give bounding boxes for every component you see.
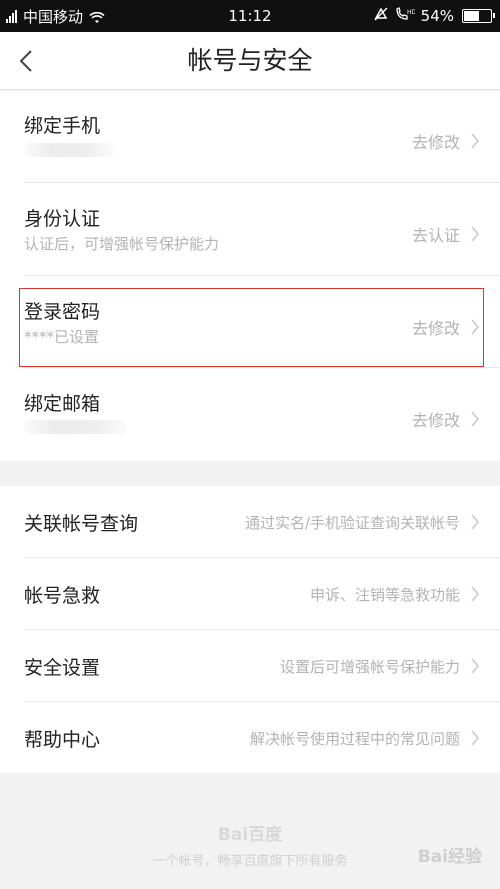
chevron-right-icon	[471, 226, 479, 242]
row-bind-email[interactable]: 绑定邮箱 去修改	[0, 368, 500, 461]
row-title: 绑定手机	[24, 115, 101, 137]
row-security-settings[interactable]: 安全设置 设置后可增强帐号保护能力	[0, 630, 500, 702]
row-help-center[interactable]: 帮助中心 解决帐号使用过程中的常见问题	[0, 702, 500, 773]
row-description: 解决帐号使用过程中的常见问题	[249, 730, 460, 748]
hd-call-icon: HD	[395, 7, 416, 25]
row-title: 关联帐号查询	[24, 513, 139, 535]
status-right: HD 54%	[373, 0, 495, 32]
chevron-right-icon	[471, 730, 479, 746]
row-subtitle: 认证后，可增强帐号保护能力	[24, 235, 220, 253]
watermark: Bai经验	[417, 847, 482, 867]
row-linked-accounts[interactable]: 关联帐号查询 通过实名/手机验证查询关联帐号	[0, 486, 500, 558]
status-bar: 中国移动 11:12 HD 54%	[0, 0, 500, 32]
chevron-right-icon	[471, 514, 479, 530]
page-title: 帐号与安全	[187, 46, 313, 75]
row-action: 去认证	[411, 226, 460, 245]
svg-text:HD: HD	[407, 9, 415, 16]
chevron-right-icon	[471, 411, 479, 427]
row-title: 安全设置	[24, 657, 101, 679]
highlight-annotation	[19, 288, 484, 367]
app-header: 帐号与安全	[0, 32, 500, 90]
battery-icon	[462, 9, 495, 23]
battery-percent: 54%	[420, 7, 454, 25]
row-title: 身份认证	[24, 208, 101, 230]
row-title: 绑定邮箱	[24, 393, 101, 415]
row-description: 设置后可增强帐号保护能力	[279, 658, 460, 676]
account-list: 绑定手机 去修改 身份认证 认证后，可增强帐号保护能力 去认证 登录密码 ***…	[0, 91, 500, 461]
mute-icon	[373, 7, 389, 25]
row-title: 帐号急救	[24, 585, 101, 607]
chevron-right-icon	[471, 658, 479, 674]
blurred-email	[24, 420, 128, 434]
row-action: 去修改	[411, 133, 460, 152]
tools-list: 关联帐号查询 通过实名/手机验证查询关联帐号 帐号急救 申诉、注销等急救功能 安…	[0, 486, 500, 773]
chevron-right-icon	[471, 133, 479, 149]
chevron-right-icon	[471, 586, 479, 602]
row-identity-verification[interactable]: 身份认证 认证后，可增强帐号保护能力 去认证	[0, 183, 500, 276]
row-action: 去修改	[411, 411, 460, 430]
row-description: 通过实名/手机验证查询关联帐号	[244, 514, 460, 532]
blurred-phone-number	[24, 143, 116, 157]
row-title: 帮助中心	[24, 729, 101, 751]
row-description: 申诉、注销等急救功能	[309, 586, 460, 604]
row-account-rescue[interactable]: 帐号急救 申诉、注销等急救功能	[0, 558, 500, 630]
row-bind-phone[interactable]: 绑定手机 去修改	[0, 91, 500, 183]
